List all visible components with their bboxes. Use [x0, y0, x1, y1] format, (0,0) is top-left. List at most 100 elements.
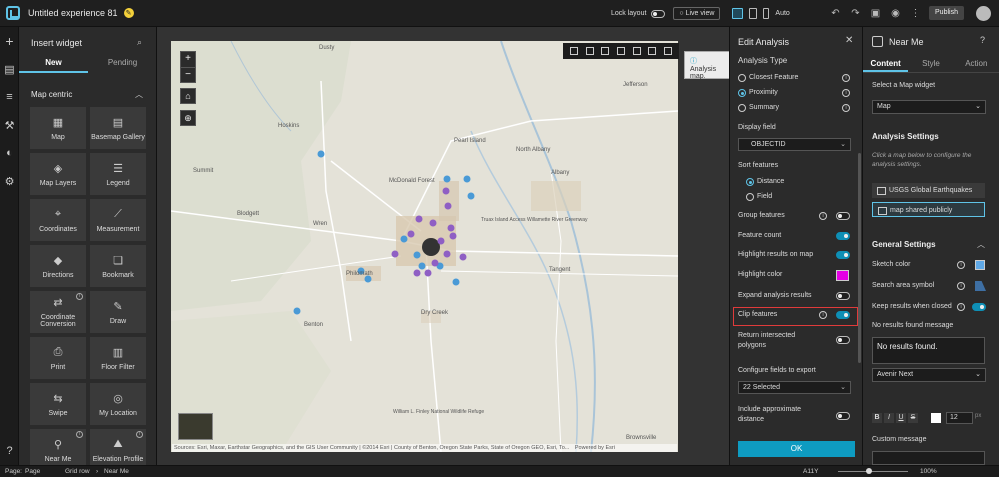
page-icon[interactable]: ▤: [0, 55, 19, 83]
zoom-slider-handle[interactable]: [866, 468, 872, 474]
delete-icon[interactable]: [664, 47, 673, 55]
lock-layout-toggle[interactable]: [651, 9, 666, 18]
ok-button[interactable]: OK: [738, 441, 855, 457]
search-icon[interactable]: ⌕: [137, 37, 142, 48]
underline-button[interactable]: U: [896, 413, 906, 423]
layout-icon[interactable]: [601, 47, 610, 55]
layout-icon[interactable]: [632, 47, 641, 55]
widget-legend[interactable]: ☰ Legend: [90, 153, 146, 195]
map-item-usgs[interactable]: USGS Global Earthquakes: [872, 183, 985, 198]
font-size-input[interactable]: 12: [946, 412, 973, 424]
bold-button[interactable]: B: [872, 413, 882, 423]
chevron-up-icon[interactable]: ︿: [977, 239, 985, 250]
app-title[interactable]: Untitled experience 81: [28, 8, 118, 18]
copy-icon[interactable]: [648, 47, 657, 55]
tab-new[interactable]: New: [19, 55, 88, 73]
widget-basemap-gallery[interactable]: ▤ Basemap Gallery: [90, 107, 146, 149]
layout-icon[interactable]: [569, 47, 578, 55]
widget-measurement[interactable]: ⟋ Measurement: [90, 199, 146, 241]
highlight-color-swatch[interactable]: [836, 270, 849, 281]
configure-fields-select[interactable]: 22 Selected ⌄: [738, 381, 851, 394]
tab-style[interactable]: Style: [908, 56, 953, 72]
info-icon[interactable]: i: [842, 89, 850, 97]
no-results-input[interactable]: No results found.: [872, 337, 985, 364]
widget-map-layers[interactable]: ◈ Map Layers: [30, 153, 86, 195]
widget-swipe[interactable]: ⇆ Swipe: [30, 383, 86, 425]
info-icon[interactable]: i: [957, 303, 965, 311]
search-area-symbol-icon[interactable]: [975, 281, 986, 291]
widget-coordinates[interactable]: ⌖ Coordinates: [30, 199, 86, 241]
approx-distance-toggle[interactable]: [836, 412, 850, 420]
more-icon[interactable]: ⋮: [910, 8, 921, 19]
a11y-label[interactable]: A11Y: [803, 466, 818, 477]
map-select[interactable]: Map ⌄: [872, 100, 986, 114]
widget-coordinate-conversion[interactable]: ⇄ Coordinate Conversion i: [30, 291, 86, 333]
live-view-button[interactable]: ○ Live view: [673, 7, 721, 20]
widget-my-location[interactable]: ◎ My Location: [90, 383, 146, 425]
tab-action[interactable]: Action: [954, 56, 999, 72]
widget-map[interactable]: ▦ Map: [30, 107, 86, 149]
redo-icon[interactable]: ↷: [850, 8, 861, 19]
keep-results-toggle[interactable]: [972, 303, 986, 311]
breadcrumb[interactable]: Grid row: [65, 466, 90, 477]
desktop-icon[interactable]: [732, 8, 744, 19]
radio-summary[interactable]: [738, 104, 746, 112]
help-icon[interactable]: ?: [0, 437, 19, 465]
italic-button[interactable]: I: [884, 413, 894, 423]
custom-message-input[interactable]: [872, 451, 985, 465]
undo-icon[interactable]: ↶: [830, 8, 841, 19]
tablet-icon[interactable]: [749, 8, 758, 19]
info-icon[interactable]: i: [957, 261, 965, 269]
layout-icon[interactable]: [616, 47, 625, 55]
preview-icon[interactable]: ◉: [890, 8, 901, 19]
tab-pending[interactable]: Pending: [88, 55, 157, 73]
tab-content[interactable]: Content: [863, 56, 909, 72]
highlight-results-toggle[interactable]: [836, 251, 850, 259]
feature-count-toggle[interactable]: [836, 232, 850, 240]
font-select[interactable]: Avenir Next ⌄: [872, 368, 986, 382]
avatar[interactable]: [976, 6, 991, 21]
zoom-in-button[interactable]: +: [181, 52, 195, 67]
close-icon[interactable]: ✕: [845, 35, 853, 46]
info-icon[interactable]: i: [136, 431, 143, 438]
expand-results-toggle[interactable]: [836, 292, 850, 300]
radio-distance[interactable]: [746, 178, 754, 186]
info-icon[interactable]: i: [957, 282, 965, 290]
save-icon[interactable]: ▣: [870, 8, 881, 19]
widget-bookmark[interactable]: ❏ Bookmark: [90, 245, 146, 287]
widget-directions[interactable]: ◆ Directions: [30, 245, 86, 287]
radio-proximity[interactable]: [738, 89, 746, 97]
edit-title-icon[interactable]: ✎: [123, 8, 134, 18]
font-color-swatch[interactable]: [931, 413, 941, 423]
scrollbar[interactable]: [858, 153, 861, 363]
widget-floor-filter[interactable]: ▥ Floor Filter: [90, 337, 146, 379]
group-features-toggle[interactable]: [836, 212, 850, 220]
info-icon[interactable]: i: [819, 212, 827, 220]
return-intersected-toggle[interactable]: [836, 336, 850, 344]
wrench-icon[interactable]: ⚒: [0, 111, 19, 139]
map-widget[interactable]: Dusty Hoskins Summit Blodgett Wren Philo…: [171, 41, 678, 452]
info-icon[interactable]: i: [842, 104, 850, 112]
settings-icon[interactable]: ⚙: [0, 167, 19, 195]
locate-button[interactable]: ⊕: [180, 110, 196, 126]
display-field-select[interactable]: OBJECTID ⌄: [738, 138, 851, 151]
sketch-color-swatch[interactable]: [975, 260, 985, 270]
info-icon[interactable]: i: [76, 293, 83, 300]
phone-icon[interactable]: [763, 8, 770, 19]
help-icon[interactable]: ?: [980, 35, 985, 45]
publish-button[interactable]: Publish: [929, 6, 964, 20]
breadcrumb[interactable]: Near Me: [104, 466, 129, 477]
map-item-shared[interactable]: map shared publicly: [872, 202, 985, 217]
info-icon[interactable]: i: [76, 431, 83, 438]
home-button[interactable]: ⌂: [180, 88, 196, 104]
theme-icon[interactable]: ◐: [0, 139, 19, 167]
widget-print[interactable]: ⎙ Print: [30, 337, 86, 379]
zoom-out-button[interactable]: −: [181, 67, 195, 82]
basemap-thumbnail[interactable]: [178, 413, 213, 440]
info-icon[interactable]: i: [842, 74, 850, 82]
radio-field[interactable]: [746, 193, 754, 201]
page-select[interactable]: Page: [25, 466, 40, 477]
chevron-up-icon[interactable]: ︿: [135, 89, 143, 100]
insert-widget-icon[interactable]: +: [0, 27, 19, 55]
widget-draw[interactable]: ✎ Draw: [90, 291, 146, 333]
